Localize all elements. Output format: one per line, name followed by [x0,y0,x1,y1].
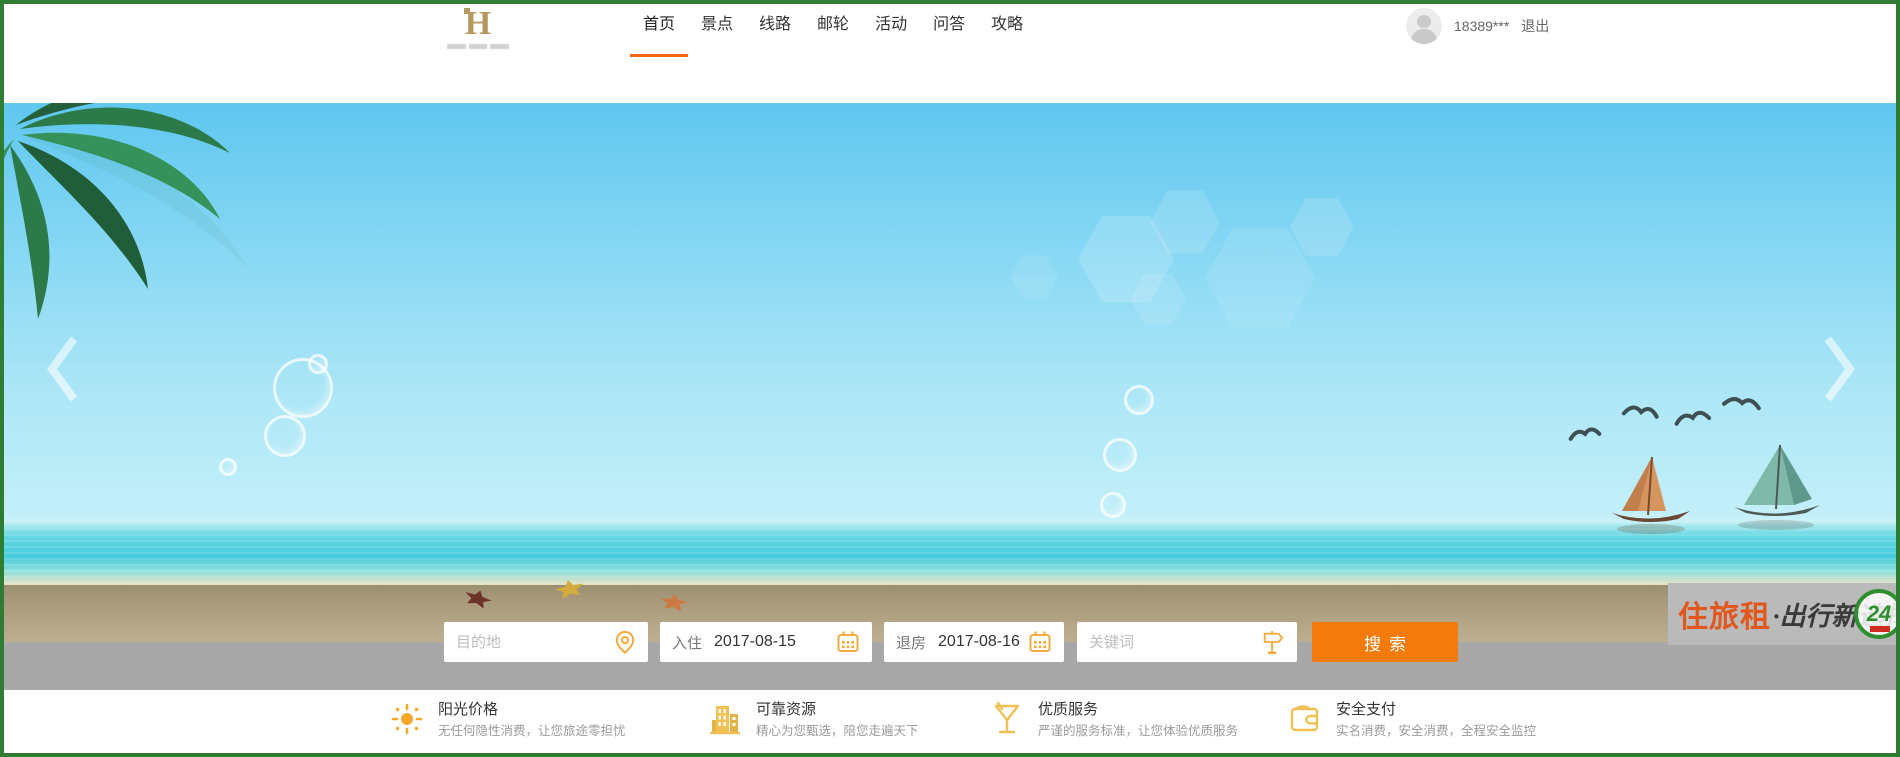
nav-item-routes[interactable]: 线路 [746,14,804,36]
location-pin-icon [614,630,636,654]
feature-desc: 实名消费，安全消费，全程安全监控 [1336,722,1536,740]
feature-payment: 安全支付 实名消费，安全消费，全程安全监控 [1286,700,1536,740]
search-button[interactable]: 搜索 [1312,622,1458,662]
keyword-box[interactable] [1077,622,1297,662]
building-icon [706,700,744,738]
feature-resources: 可靠资源 精心为您甄选，陪您走遍天下 [706,700,919,740]
feature-title: 安全支付 [1336,700,1536,720]
keyword-input[interactable] [1089,634,1253,651]
calendar-icon [836,630,860,654]
feature-desc: 严谨的服务标准，让您体验优质服务 [1038,722,1238,740]
sun-icon [388,700,426,738]
main-nav: 首页 景点 线路 邮轮 活动 问答 攻略 [630,14,1036,36]
feature-service: 优质服务 严谨的服务标准，让您体验优质服务 [988,700,1238,740]
logout-link[interactable]: 退出 [1521,16,1549,36]
calendar-icon [1028,630,1052,654]
bubble [219,458,237,476]
feature-title: 可靠资源 [756,700,919,720]
feature-title: 阳光价格 [438,700,626,720]
sailboat-orange [1608,453,1694,539]
nav-item-cruises[interactable]: 邮轮 [804,14,862,36]
checkout-label: 退房 [896,632,926,653]
checkin-label: 入住 [672,632,702,653]
nav-item-qa[interactable]: 问答 [920,14,978,36]
user-avatar[interactable] [1406,8,1442,44]
bubble [308,354,328,374]
features-strip: 阳光价格 无任何隐性消费，让您旅途零担忧 [0,690,1900,757]
nav-item-activities[interactable]: 活动 [862,14,920,36]
bubble [1103,438,1137,472]
header: H 首页 景点 线路 邮轮 活动 问答 攻略 18389*** 退出 [0,0,1900,103]
palm-tree [0,103,280,349]
bokeh-hexagon [1010,253,1058,301]
nav-item-home[interactable]: 首页 [630,14,688,36]
chevron-left-icon [43,333,81,405]
bubble [1100,492,1126,518]
carousel-prev-button[interactable] [40,331,84,409]
feature-title: 优质服务 [1038,700,1238,720]
starfish-orange [648,593,698,623]
logo-subtext [447,44,509,51]
feature-desc: 精心为您甄选，陪您走遍天下 [756,722,919,740]
sailboat-teal [1728,441,1824,537]
bokeh-hexagon [1290,195,1354,259]
nav-item-attractions[interactable]: 景点 [688,14,746,36]
nav-item-guides[interactable]: 攻略 [978,14,1036,36]
wallet-icon [1286,700,1324,738]
chevron-right-icon [1821,333,1859,405]
checkout-date: 2017-08-16 [938,633,1020,651]
starfish-yellow [545,579,597,611]
checkin-date: 2017-08-15 [714,633,828,651]
user-area: 18389*** 退出 [1406,8,1549,44]
page: H 首页 景点 线路 邮轮 活动 问答 攻略 18389*** 退出 [0,0,1900,757]
starfish-darkred [452,589,500,619]
feature-price: 阳光价格 无任何隐性消费，让您旅途零担忧 [388,700,626,740]
bubble [264,415,306,457]
checkout-box[interactable]: 退房 2017-08-16 [884,622,1064,662]
checkin-box[interactable]: 入住 2017-08-15 [660,622,872,662]
brand-logo[interactable]: H [438,6,518,51]
logo-monogram: H [465,6,491,42]
destination-input[interactable] [456,634,606,651]
feature-desc: 无任何隐性消费，让您旅途零担忧 [438,722,626,740]
hero-banner [0,103,1900,642]
signpost-icon [1261,629,1285,655]
cocktail-icon [988,700,1026,738]
username: 18389*** [1454,18,1509,34]
bubble [1124,385,1154,415]
destination-box[interactable] [444,622,648,662]
carousel-next-button[interactable] [1818,331,1862,409]
search-bar: 入住 2017-08-15 退房 2017-08-16 [0,622,1900,662]
